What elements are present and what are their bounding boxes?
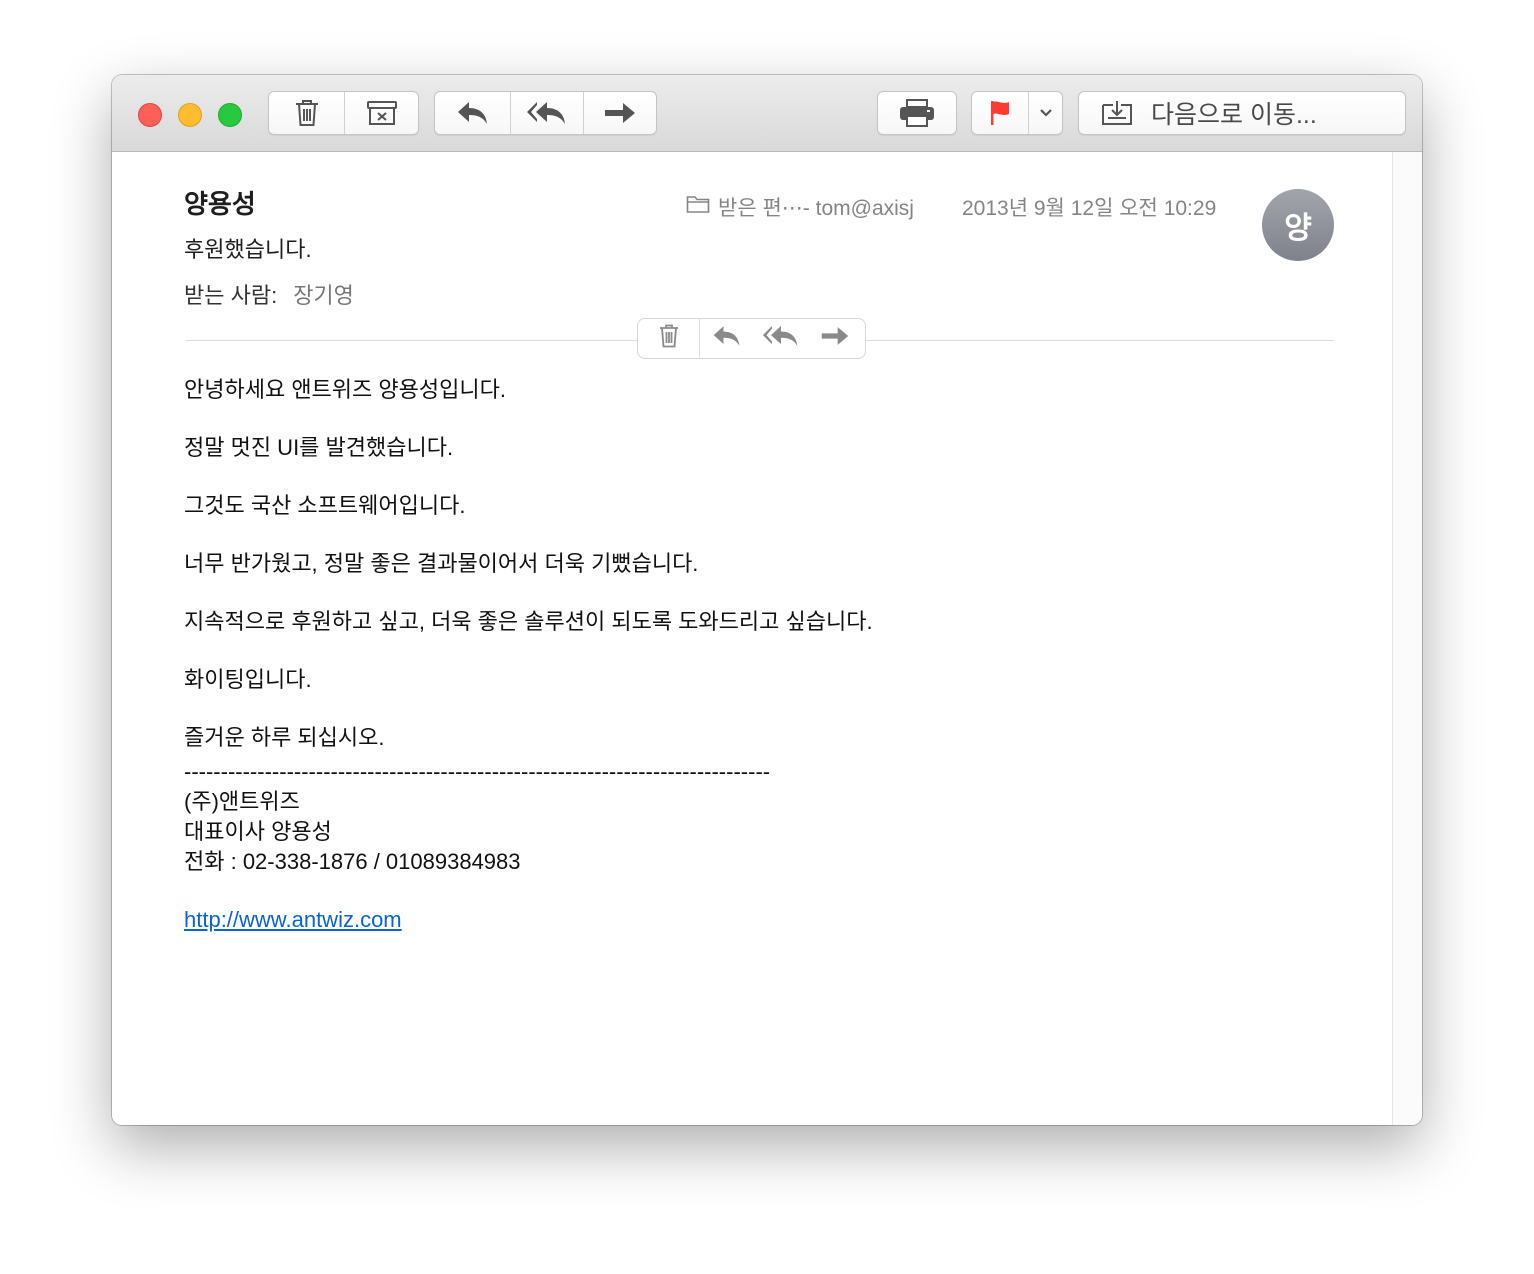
mail-window: 다음으로 이동... 양용성 후원했습니다. 받는 사람: 장기영 받은 편⋯-… (112, 75, 1422, 1125)
toolbar: 다음으로 이동... (112, 75, 1422, 152)
reply-group (434, 91, 657, 135)
body-paragraph: 정말 멋진 UI를 발견했습니다. (184, 435, 454, 460)
body-paragraph: 즐거운 하루 되십시오. (184, 725, 385, 750)
inline-delete-button[interactable] (638, 319, 700, 358)
to-label: 받는 사람: (184, 283, 278, 308)
trash-icon (294, 98, 320, 128)
archive-button[interactable] (344, 92, 418, 134)
close-button[interactable] (138, 103, 162, 127)
mailbox-label: 받은 편⋯- tom@axisj (718, 197, 914, 220)
recipient-name[interactable]: 장기영 (293, 278, 354, 310)
reply-icon (712, 324, 742, 353)
flag-icon (988, 99, 1012, 127)
reply-all-button[interactable] (510, 92, 583, 134)
print-group (877, 91, 957, 135)
forward-icon (820, 324, 850, 353)
signature-title: 대표이사 양용성 (184, 819, 332, 844)
reply-icon (456, 100, 490, 126)
flag-button[interactable] (972, 92, 1028, 134)
move-to-label: 다음으로 이동... (1151, 101, 1317, 129)
website-link[interactable]: http://www.antwiz.com (184, 905, 402, 935)
move-to-mailbox-icon (1101, 99, 1133, 127)
scroll-gutter[interactable] (1392, 152, 1422, 1125)
signature-phone: 전화 : 02-338-1876 / 01089384983 (184, 849, 521, 874)
flag-group (971, 91, 1063, 135)
message-date: 2013년 9월 12일 오전 10:29 (962, 197, 1217, 220)
reply-all-icon (762, 324, 800, 353)
mailbox-indicator[interactable]: 받은 편⋯- tom@axisj (686, 192, 914, 222)
reply-button[interactable] (435, 92, 510, 134)
reply-all-icon (526, 100, 568, 126)
signature-company: (주)앤트위즈 (184, 789, 300, 814)
move-to-button[interactable]: 다음으로 이동... (1079, 92, 1405, 134)
move-to-group: 다음으로 이동... (1078, 91, 1406, 135)
body-paragraph: 지속적으로 후원하고 싶고, 더욱 좋은 솔루션이 되도록 도와드리고 싶습니다… (184, 609, 873, 634)
body-paragraph: 그것도 국산 소프트웨어입니다. (184, 493, 466, 518)
message-body: 안녕하세요 앤트위즈 양용성입니다. 정말 멋진 UI를 발견했습니다. 그것도… (184, 376, 1334, 935)
avatar: 양 (1262, 189, 1334, 261)
minimize-button[interactable] (178, 103, 202, 127)
forward-icon (603, 100, 637, 126)
recipient-line: 받는 사람: 장기영 (184, 278, 354, 310)
subject: 후원했습니다. (184, 237, 312, 262)
folder-icon (686, 194, 710, 220)
print-button[interactable] (878, 92, 956, 134)
archive-icon (366, 99, 398, 127)
signature-separator: ----------------------------------------… (184, 759, 771, 784)
inline-reply-all-button[interactable] (754, 319, 808, 358)
body-paragraph: 안녕하세요 앤트위즈 양용성입니다. (184, 377, 506, 402)
zoom-button[interactable] (218, 103, 242, 127)
trash-archive-group (268, 91, 419, 135)
forward-button[interactable] (583, 92, 656, 134)
sender-name[interactable]: 양용성 (184, 184, 256, 221)
body-paragraph: 화이팅입니다. (184, 667, 312, 692)
printer-icon (898, 98, 936, 128)
body-paragraph: 너무 반가웠고, 정말 좋은 결과물이어서 더욱 기뻤습니다. (184, 551, 699, 576)
flag-menu-button[interactable] (1028, 92, 1062, 134)
delete-button[interactable] (269, 92, 344, 134)
inline-action-bar (637, 318, 866, 359)
trash-icon (658, 323, 680, 354)
inline-forward-button[interactable] (808, 319, 862, 358)
chevron-down-icon (1039, 108, 1053, 118)
inline-reply-button[interactable] (700, 319, 754, 358)
